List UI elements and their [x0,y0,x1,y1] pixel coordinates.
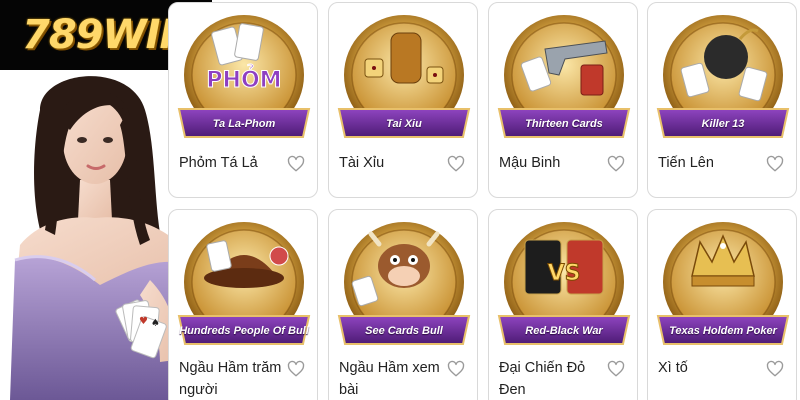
game-card[interactable]: Texas Holdem Poker Xì tố [647,209,797,400]
game-title: Ngầu Hầm xem bài [339,360,440,398]
favorite-heart-icon[interactable] [287,155,305,173]
game-title: Ngầu Hầm trăm người [179,360,282,398]
game-title: Xì tố [658,360,688,376]
favorite-heart-icon[interactable] [766,360,784,378]
game-title: Mậu Binh [499,155,561,171]
game-card[interactable]: Killer 13 Tiến Lên [647,2,797,198]
game-banner-label: Thirteen Cards [525,117,603,130]
game-banner-label: Killer 13 [701,117,745,130]
game-card[interactable]: Hundreds People Of Bull Ngầu Hầm trăm ngư… [168,209,318,400]
svg-text:♥: ♥ [139,316,148,327]
game-card[interactable]: Thirteen Cards Mậu Binh [488,2,638,198]
game-title: Đại Chiến Đỏ Đen [499,360,586,398]
game-title: Tài Xỉu [339,155,385,171]
favorite-heart-icon[interactable] [607,360,625,378]
game-banner-label: Texas Holdem Poker [669,324,777,337]
game-card[interactable]: See Cards Bull Ngầu Hầm xem bài [328,209,478,400]
game-card[interactable]: PHỎM Ta La-Phom Phỏm Tá Lả [168,2,318,198]
brand-logo-text: 789WIN [22,12,193,58]
svg-text:PHỎM: PHỎM [206,65,281,93]
favorite-heart-icon[interactable] [607,155,625,173]
game-banner-label: Tai Xiu [386,117,422,130]
game-banner-label: Red-Black War [525,324,603,337]
favorite-heart-icon[interactable] [287,360,305,378]
favorite-heart-icon[interactable] [766,155,784,173]
game-title: Phỏm Tá Lả [179,155,258,171]
svg-text:VS: VS [548,261,581,286]
game-card[interactable]: Tai Xiu Tài Xỉu [328,2,478,198]
game-title: Tiến Lên [658,155,714,171]
game-banner-label: See Cards Bull [365,324,443,337]
game-banner-label: Ta La-Phom [212,117,276,130]
favorite-heart-icon[interactable] [447,155,465,173]
game-card[interactable]: VS Red-Black War Đại Chiến Đỏ Đen [488,209,638,400]
game-banner-label: Hundreds People Of Bull [179,324,309,337]
svg-text:♠: ♠ [151,318,160,329]
favorite-heart-icon[interactable] [447,360,465,378]
